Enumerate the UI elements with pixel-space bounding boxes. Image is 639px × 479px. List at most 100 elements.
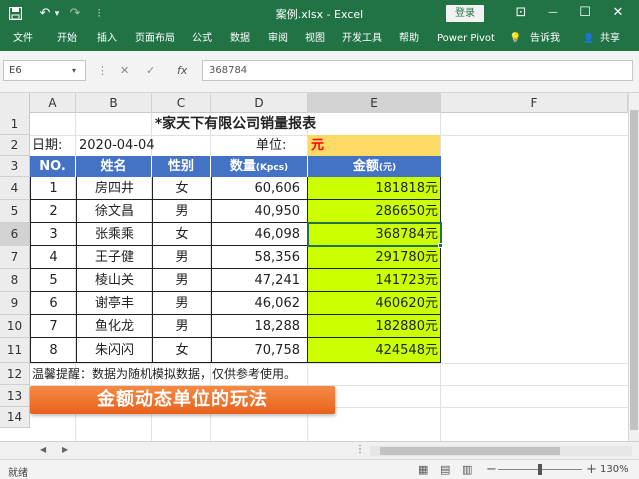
cell-gender[interactable]: 男 bbox=[152, 200, 211, 223]
header-gender[interactable]: 性别 bbox=[152, 156, 211, 177]
tab-insert[interactable]: 插入 bbox=[97, 32, 117, 46]
tell-me-search[interactable]: 告诉我 bbox=[530, 32, 560, 46]
tab-home[interactable]: 开始 bbox=[57, 32, 77, 46]
maximize-button[interactable]: ☐ bbox=[574, 4, 596, 22]
tab-help[interactable]: 帮助 bbox=[399, 32, 419, 46]
cell-amount[interactable]: 182880元 bbox=[308, 315, 441, 338]
cell-name[interactable]: 房四井 bbox=[76, 177, 152, 200]
vertical-scroll-thumb[interactable] bbox=[630, 110, 638, 430]
note-text[interactable]: 温馨提醒：数据为随机模拟数据，仅供参考使用。 bbox=[32, 363, 432, 385]
confirm-entry-icon[interactable]: ✓ bbox=[146, 65, 155, 77]
row-header[interactable]: 5 bbox=[0, 200, 30, 223]
zoom-in-button[interactable]: + bbox=[586, 462, 597, 477]
tab-review[interactable]: 审阅 bbox=[268, 32, 288, 46]
cell-gender[interactable]: 男 bbox=[152, 246, 211, 269]
column-header-d[interactable]: D bbox=[211, 93, 308, 113]
cell-quantity[interactable]: 70,758 bbox=[211, 338, 308, 363]
header-amount[interactable]: 金额(元) bbox=[308, 156, 441, 177]
row-header[interactable]: 10 bbox=[0, 315, 30, 338]
vertical-scrollbar[interactable] bbox=[628, 93, 639, 441]
sheet-next-icon[interactable]: ▶ bbox=[62, 445, 68, 454]
sheet-prev-icon[interactable]: ◀ bbox=[40, 445, 46, 454]
tab-file[interactable]: 文件 bbox=[13, 32, 33, 46]
cell-quantity[interactable]: 46,098 bbox=[211, 223, 308, 246]
cell-no[interactable]: 2 bbox=[30, 200, 76, 223]
row-header[interactable]: 6 bbox=[0, 223, 30, 246]
date-value[interactable]: 2020-04-04 bbox=[79, 135, 209, 156]
insert-function-icon[interactable]: fx bbox=[177, 65, 187, 77]
cell-no[interactable]: 6 bbox=[30, 292, 76, 315]
cell-quantity[interactable]: 18,288 bbox=[211, 315, 308, 338]
row-header[interactable]: 2 bbox=[0, 135, 30, 156]
zoom-slider-thumb[interactable] bbox=[538, 464, 542, 475]
cell-amount[interactable]: 460620元 bbox=[308, 292, 441, 315]
cell-quantity[interactable]: 60,606 bbox=[211, 177, 308, 200]
cell-gender[interactable]: 女 bbox=[152, 338, 211, 363]
horizontal-scroll-thumb[interactable] bbox=[380, 447, 560, 455]
column-header-b[interactable]: B bbox=[76, 93, 152, 113]
row-header[interactable]: 14 bbox=[0, 407, 30, 428]
cell-no[interactable]: 7 bbox=[30, 315, 76, 338]
ribbon-display-icon[interactable]: ⊡ bbox=[510, 4, 532, 22]
row-header[interactable]: 13 bbox=[0, 385, 30, 407]
cell-name[interactable]: 棱山关 bbox=[76, 269, 152, 292]
cell-name[interactable]: 鱼化龙 bbox=[76, 315, 152, 338]
tab-power-pivot[interactable]: Power Pivot bbox=[437, 32, 495, 46]
header-no[interactable]: NO. bbox=[30, 156, 76, 177]
row-header[interactable]: 7 bbox=[0, 246, 30, 269]
sheet-more-icon[interactable]: ⋮ bbox=[355, 444, 365, 455]
cell-amount[interactable]: 181818元 bbox=[308, 177, 441, 200]
column-header-a[interactable]: A bbox=[30, 93, 76, 113]
horizontal-scrollbar[interactable] bbox=[370, 446, 632, 456]
cell-no[interactable]: 8 bbox=[30, 338, 76, 363]
row-header[interactable]: 1 bbox=[0, 113, 30, 135]
cell-name[interactable]: 徐文昌 bbox=[76, 200, 152, 223]
cell-quantity[interactable]: 46,062 bbox=[211, 292, 308, 315]
cell-gender[interactable]: 男 bbox=[152, 292, 211, 315]
zoom-level[interactable]: 130% bbox=[600, 464, 629, 475]
row-header[interactable]: 8 bbox=[0, 269, 30, 292]
tab-developer[interactable]: 开发工具 bbox=[342, 32, 382, 46]
cell-amount[interactable]: 291780元 bbox=[308, 246, 441, 269]
cell-no[interactable]: 5 bbox=[30, 269, 76, 292]
cell-amount[interactable]: 141723元 bbox=[308, 269, 441, 292]
cell-gender[interactable]: 男 bbox=[152, 315, 211, 338]
page-break-view-icon[interactable]: ▥ bbox=[462, 463, 472, 476]
header-name[interactable]: 姓名 bbox=[76, 156, 152, 177]
formula-input[interactable]: 368784 bbox=[202, 60, 633, 81]
normal-view-icon[interactable]: ▦ bbox=[418, 463, 428, 476]
column-header-f[interactable]: F bbox=[441, 93, 628, 113]
tab-view[interactable]: 视图 bbox=[305, 32, 325, 46]
tab-data[interactable]: 数据 bbox=[230, 32, 250, 46]
row-header[interactable]: 11 bbox=[0, 338, 30, 363]
select-all-corner[interactable] bbox=[0, 93, 30, 113]
cell-name[interactable]: 朱闪闪 bbox=[76, 338, 152, 363]
tab-formulas[interactable]: 公式 bbox=[192, 32, 212, 46]
zoom-out-button[interactable]: − bbox=[486, 462, 497, 477]
cell-gender[interactable]: 男 bbox=[152, 269, 211, 292]
page-layout-view-icon[interactable]: ▤ bbox=[440, 463, 450, 476]
login-button[interactable]: 登录 bbox=[446, 5, 484, 22]
cell-name[interactable]: 王子健 bbox=[76, 246, 152, 269]
header-quantity[interactable]: 数量(Kpcs) bbox=[211, 156, 308, 177]
cancel-entry-icon[interactable]: ✕ bbox=[120, 65, 129, 77]
cell-no[interactable]: 4 bbox=[30, 246, 76, 269]
tab-page-layout[interactable]: 页面布局 bbox=[135, 32, 175, 46]
cell-name[interactable]: 张乘乘 bbox=[76, 223, 152, 246]
column-header-e[interactable]: E bbox=[308, 93, 441, 113]
close-button[interactable]: ✕ bbox=[607, 4, 629, 22]
unit-label[interactable]: 单位: bbox=[256, 135, 306, 156]
name-box-dropdown-icon[interactable]: ▾ bbox=[72, 61, 76, 80]
row-header[interactable]: 9 bbox=[0, 292, 30, 315]
share-button[interactable]: 共享 bbox=[600, 32, 620, 46]
more-options-icon[interactable]: ⋮ bbox=[97, 65, 108, 77]
cell-quantity[interactable]: 47,241 bbox=[211, 269, 308, 292]
unit-selector-cell[interactable]: 元 bbox=[308, 135, 440, 156]
cell-no[interactable]: 1 bbox=[30, 177, 76, 200]
report-title[interactable]: *家天下有限公司销量报表 bbox=[30, 113, 441, 135]
row-header[interactable]: 4 bbox=[0, 177, 30, 200]
cell-amount[interactable]: 424548元 bbox=[308, 338, 441, 363]
fill-handle[interactable] bbox=[438, 243, 443, 248]
cell-gender[interactable]: 女 bbox=[152, 177, 211, 200]
cell-no[interactable]: 3 bbox=[30, 223, 76, 246]
